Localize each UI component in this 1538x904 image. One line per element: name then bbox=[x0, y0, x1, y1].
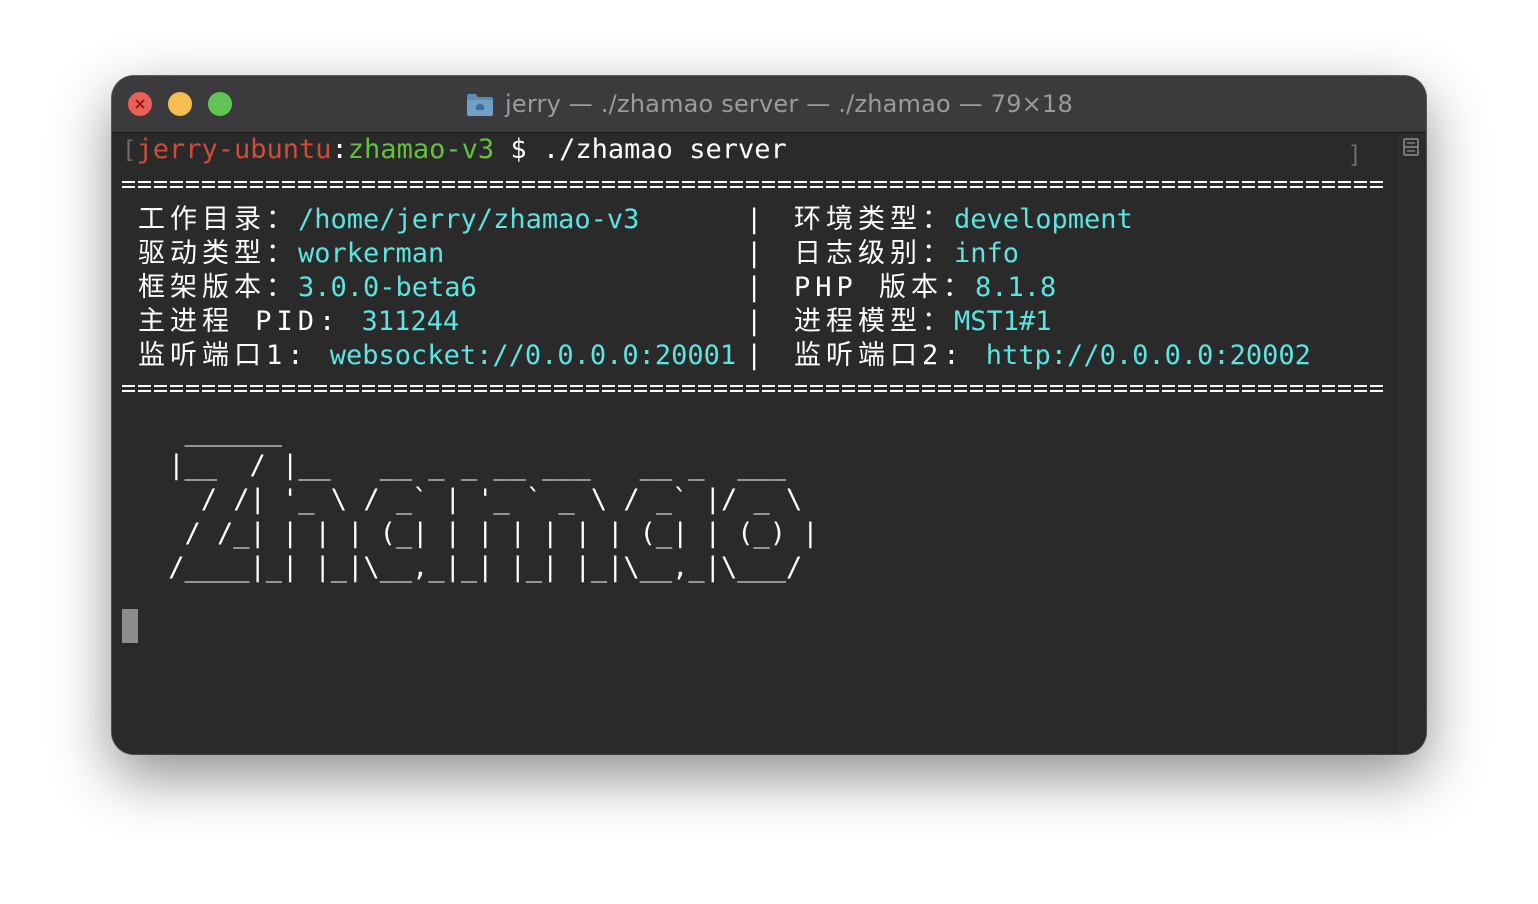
info-key: PHP 版本： bbox=[794, 272, 976, 303]
column-divider: | bbox=[746, 306, 763, 337]
info-key: 主进程 PID: bbox=[138, 306, 362, 337]
info-value: http://0.0.0.0:20002 bbox=[985, 340, 1311, 371]
prompt-open-bracket: [ bbox=[122, 136, 137, 164]
zhamao-ascii-banner: ______ |__ / |__ __ _ _ __ ___ __ _ ___ … bbox=[152, 415, 818, 585]
prompt-cwd: zhamao-v3 bbox=[347, 134, 495, 165]
info-value: MST1#1 bbox=[954, 306, 1052, 337]
column-divider: | bbox=[746, 204, 763, 235]
info-key: 监听端口2: bbox=[794, 340, 986, 371]
scrollbar[interactable] bbox=[1395, 133, 1426, 754]
prompt-symbol: $ bbox=[494, 134, 543, 165]
info-value: /home/jerry/zhamao-v3 bbox=[298, 204, 640, 235]
column-divider: | bbox=[746, 238, 763, 269]
prompt-command: ./zhamao server bbox=[542, 134, 787, 165]
info-value: info bbox=[954, 238, 1020, 269]
info-left-row-1: 工作目录：/home/jerry/zhamao-v3 bbox=[138, 203, 639, 237]
info-left-row-4: 主进程 PID: 311244 bbox=[138, 305, 459, 339]
info-left-row-2: 驱动类型：workerman bbox=[138, 237, 444, 271]
separator-top bbox=[122, 181, 1386, 193]
prompt-host: jerry-ubuntu bbox=[136, 134, 332, 165]
terminal-window: jerry — ./zhamao server — ./zhamao — 79×… bbox=[112, 76, 1426, 754]
banner-line: ______ bbox=[152, 416, 283, 447]
banner-line: / /_| | | | (_| | | | | | | (_| | (_) | bbox=[152, 518, 819, 549]
info-right-row-4: 进程模型：MST1#1 bbox=[794, 305, 1052, 339]
folder-icon bbox=[467, 94, 494, 116]
info-value: 311244 bbox=[361, 306, 460, 337]
info-key: 日志级别： bbox=[794, 238, 954, 269]
banner-line: / /| '_ \ / _` | '_ ` _ \ / _` |/ _ \ bbox=[152, 484, 803, 515]
banner-line: /____|_| |_|\__,_|_| |_| |_|\__,_|\___/ bbox=[152, 552, 803, 583]
info-left-row-5: 监听端口1: websocket://0.0.0.0:20001 bbox=[138, 339, 736, 373]
terminal-content[interactable]: [jerry-ubuntu:zhamao-v3 $ ./zhamao serve… bbox=[112, 133, 1396, 754]
terminal-cursor bbox=[122, 609, 138, 643]
title-bar[interactable]: jerry — ./zhamao server — ./zhamao — 79×… bbox=[112, 76, 1426, 133]
info-right-row-1: 环境类型：development bbox=[794, 203, 1133, 237]
column-divider: | bbox=[746, 340, 763, 371]
separator-bottom bbox=[122, 385, 1386, 397]
prompt-colon: : bbox=[331, 134, 348, 165]
prompt-close-bracket: ] bbox=[1347, 141, 1362, 169]
window-title-area: jerry — ./zhamao server — ./zhamao — 79×… bbox=[112, 76, 1426, 132]
info-right-row-5: 监听端口2: http://0.0.0.0:20002 bbox=[794, 339, 1311, 373]
prompt-line: [jerry-ubuntu:zhamao-v3 $ ./zhamao serve… bbox=[122, 133, 787, 167]
info-right-row-3: PHP 版本：8.1.8 bbox=[794, 271, 1056, 305]
column-divider: | bbox=[746, 272, 763, 303]
info-value: workerman bbox=[298, 238, 445, 269]
info-key: 监听端口1: bbox=[138, 340, 330, 371]
window-title: jerry — ./zhamao server — ./zhamao — 79×… bbox=[505, 90, 1073, 118]
info-value: 8.1.8 bbox=[975, 272, 1057, 303]
info-value: 3.0.0-beta6 bbox=[298, 272, 477, 303]
split-pane-icon[interactable] bbox=[1403, 138, 1419, 156]
info-left-row-3: 框架版本：3.0.0-beta6 bbox=[138, 271, 477, 305]
info-key: 进程模型： bbox=[794, 306, 954, 337]
info-key: 驱动类型： bbox=[138, 238, 298, 269]
info-key: 工作目录： bbox=[138, 204, 298, 235]
info-value: development bbox=[954, 204, 1133, 235]
banner-line: |__ / |__ __ _ _ __ ___ __ _ ___ bbox=[152, 450, 786, 481]
info-key: 环境类型： bbox=[794, 204, 954, 235]
info-value: websocket://0.0.0.0:20001 bbox=[329, 340, 737, 371]
info-right-row-2: 日志级别：info bbox=[794, 237, 1019, 271]
info-key: 框架版本： bbox=[138, 272, 298, 303]
